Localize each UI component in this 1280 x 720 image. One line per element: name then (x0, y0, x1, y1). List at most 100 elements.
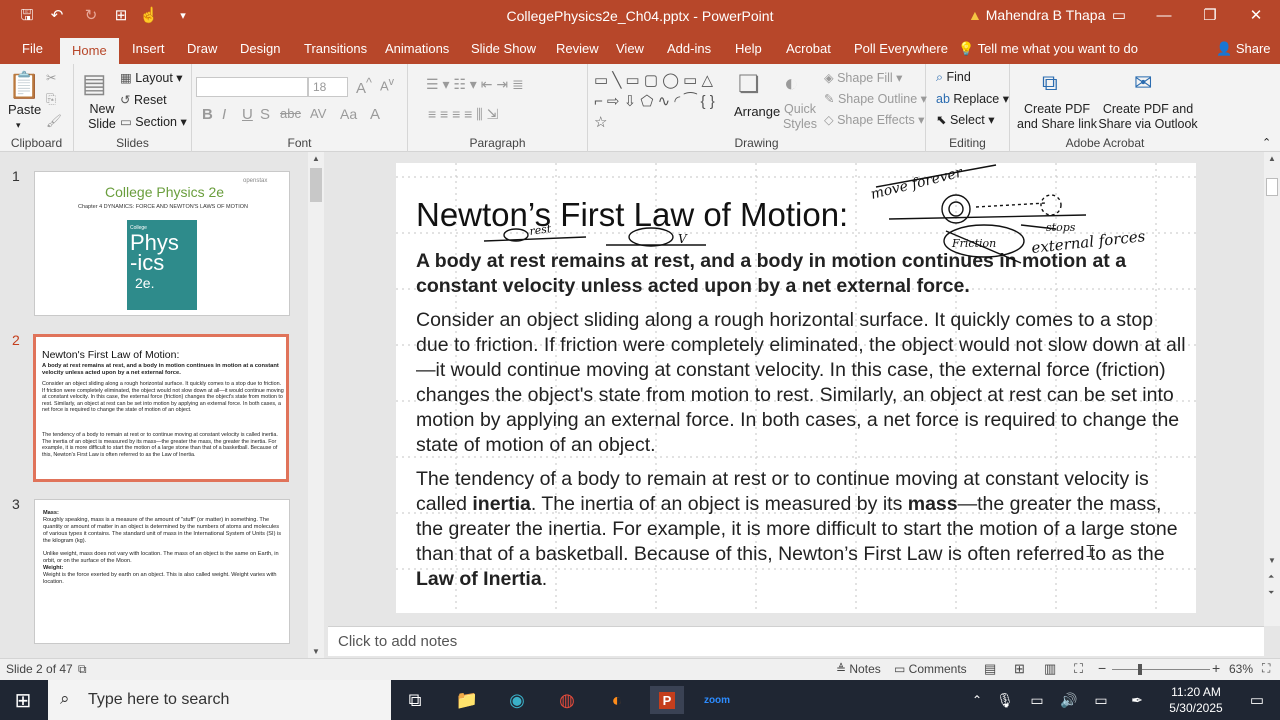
shape-outline-button[interactable]: ✎ Shape Outline ▾ (824, 91, 927, 106)
minimize-icon[interactable]: — (1153, 6, 1175, 26)
strikethrough-icon[interactable]: abc (280, 106, 301, 121)
zoom-in-icon[interactable]: + (1212, 660, 1220, 676)
chrome-icon[interactable]: ◍ (550, 686, 584, 714)
section-button[interactable]: ▭ Section ▾ (120, 114, 187, 129)
italic-icon[interactable]: I (222, 106, 226, 123)
collapse-ribbon-icon[interactable]: ⌃ (1262, 136, 1271, 149)
change-case-icon[interactable]: Aa (340, 106, 357, 122)
format-painter-icon[interactable]: 🖌 (46, 114, 62, 129)
network-icon[interactable]: ▭ (1084, 686, 1118, 714)
slideshow-view-icon[interactable]: ⛶ (1074, 661, 1083, 677)
zoom-app-icon[interactable]: zoom (700, 686, 734, 714)
spellcheck-icon[interactable]: ⧉ (78, 662, 87, 677)
tab-slide-show[interactable]: Slide Show (469, 34, 538, 64)
reset-button[interactable]: ↺ Reset (120, 92, 167, 107)
account[interactable]: ▲ Mahendra B Thapa (968, 7, 1105, 23)
save-icon[interactable]: 🖫 (16, 6, 38, 26)
tab-file[interactable]: File (20, 34, 45, 64)
share-button[interactable]: 👤 Share (1214, 34, 1273, 64)
thumbnails-scrollbar[interactable]: ▲ ▼ (308, 152, 324, 658)
align-icons[interactable]: ≡ ≡ ≡ ≡ ⫼ ⇲ (428, 106, 498, 123)
quick-styles-button[interactable]: Quick Styles (780, 102, 820, 132)
underline-icon[interactable]: U (242, 106, 253, 123)
zoom-slider[interactable] (1112, 669, 1210, 670)
paste-button[interactable]: Paste (8, 102, 41, 117)
tab-add-ins[interactable]: Add-ins (665, 34, 713, 64)
task-view-icon[interactable]: ⧉ (398, 686, 432, 714)
editor-scrollbar[interactable]: ▲ ▼ ⏶ ⏷ (1264, 152, 1280, 626)
notes-button[interactable]: ≜ Notes (836, 662, 881, 676)
fit-to-window-icon[interactable]: ⛶ (1262, 661, 1270, 676)
customize-toolbar-icon[interactable]: ▾ (172, 6, 194, 26)
edge-icon[interactable]: ◉ (500, 686, 534, 714)
tab-design[interactable]: Design (238, 34, 282, 64)
tell-me-search[interactable]: 💡 Tell me what you want to do (956, 34, 1140, 64)
tab-acrobat[interactable]: Acrobat (784, 34, 833, 64)
shadow-icon[interactable]: S (260, 106, 270, 123)
create-pdf-share-link-button[interactable]: Create PDF and Share link (1014, 102, 1100, 132)
zoom-level[interactable]: 63% (1229, 662, 1253, 676)
arrange-icon[interactable]: ❏ (738, 70, 760, 99)
ribbon-display-icon[interactable]: ▭ (1108, 6, 1130, 26)
tab-help[interactable]: Help (733, 34, 764, 64)
arrange-button[interactable]: Arrange (734, 104, 780, 119)
find-button[interactable]: ⌕ Find (936, 70, 971, 85)
bold-icon[interactable]: B (202, 106, 213, 123)
increase-font-icon[interactable]: A^ (356, 76, 372, 97)
clock[interactable]: 11:20 AM 5/30/2025 (1156, 684, 1236, 716)
tab-animations[interactable]: Animations (383, 34, 451, 64)
slide-canvas[interactable]: Newton’s First Law of Motion: A body at … (396, 163, 1196, 613)
shape-effects-button[interactable]: ◇ Shape Effects ▾ (824, 112, 924, 127)
new-slide-button[interactable]: New Slide (84, 102, 120, 132)
comments-button[interactable]: ▭ Comments (894, 662, 967, 676)
tab-draw[interactable]: Draw (185, 34, 219, 64)
quick-styles-icon[interactable]: ◐ (784, 70, 799, 98)
tab-transitions[interactable]: Transitions (302, 34, 369, 64)
touch-mode-icon[interactable]: ☝ (138, 6, 160, 26)
slide-thumbnail-1[interactable]: College Physics 2e openstax Chapter 4 DY… (34, 171, 290, 316)
close-icon[interactable]: ✕ (1245, 6, 1267, 26)
font-color-icon[interactable]: A (370, 106, 380, 123)
notifications-icon[interactable]: ▭ (1240, 686, 1274, 714)
create-pdf-outlook-button[interactable]: Create PDF and Share via Outlook (1098, 102, 1198, 132)
zoom-out-icon[interactable]: − (1098, 660, 1106, 676)
paste-icon[interactable]: 📋 (8, 70, 40, 101)
volume-icon[interactable]: 🔊 (1052, 686, 1086, 714)
undo-icon[interactable]: ↶ (46, 6, 68, 26)
microphone-icon[interactable]: 🎙 (988, 686, 1022, 714)
taskbar-search[interactable]: ⌕ Type here to search (48, 680, 391, 720)
pdf-link-icon[interactable]: ⧉ (1042, 70, 1058, 96)
battery-icon[interactable]: ▭ (1020, 686, 1054, 714)
zoom-slider-thumb[interactable] (1138, 664, 1142, 675)
font-size-box[interactable]: 18 (308, 77, 348, 97)
pdf-outlook-icon[interactable]: ✉ (1134, 70, 1152, 96)
tab-home[interactable]: Home (60, 38, 119, 64)
firefox-icon[interactable]: ◐ (600, 686, 634, 714)
pen-icon[interactable]: ✒ (1120, 686, 1154, 714)
restore-icon[interactable]: ❐ (1199, 6, 1221, 26)
slide-thumbnail-2[interactable]: Newton's First Law of Motion: A body at … (33, 334, 289, 482)
normal-view-icon[interactable]: ▤ (984, 661, 996, 677)
powerpoint-taskbar-icon[interactable]: P (650, 686, 684, 714)
cut-icon[interactable]: ✂ (46, 70, 56, 85)
tab-poll-everywhere[interactable]: Poll Everywhere (852, 34, 950, 64)
layout-button[interactable]: ▦ Layout ▾ (120, 70, 183, 85)
present-from-start-icon[interactable]: ⊞ (110, 6, 132, 26)
redo-icon[interactable]: ↻ (80, 6, 102, 26)
shapes-gallery[interactable]: ▭ ╲ ▭ ▢ ◯ ▭ △ ⌐ ⇨ ⇩ ⬠ ∿ ◜ ⁀ { } ☆ (594, 70, 724, 133)
decrease-font-icon[interactable]: Av (380, 76, 394, 93)
slide-sorter-icon[interactable]: ⊞ (1014, 661, 1025, 677)
tab-view[interactable]: View (614, 34, 646, 64)
font-name-box[interactable] (196, 77, 308, 97)
bullets-icon[interactable]: ☰ ▾ ☷ ▾ ⇤ ⇥ ≣ (426, 76, 524, 93)
file-explorer-icon[interactable]: 📁 (450, 686, 484, 714)
shape-fill-button[interactable]: ◈ Shape Fill ▾ (824, 70, 902, 85)
slide-thumbnail-3[interactable]: Mass: Roughly speaking, mass is a measur… (34, 499, 290, 644)
windows-start-icon[interactable]: ⊞ (6, 686, 40, 714)
tab-insert[interactable]: Insert (130, 34, 167, 64)
reading-view-icon[interactable]: ▥ (1044, 661, 1056, 677)
copy-icon[interactable]: ⎘ (46, 92, 56, 107)
replace-button[interactable]: ab Replace ▾ (936, 91, 1009, 106)
notes-pane[interactable]: Click to add notes (328, 626, 1264, 656)
new-slide-icon[interactable]: ▤ (82, 68, 107, 99)
